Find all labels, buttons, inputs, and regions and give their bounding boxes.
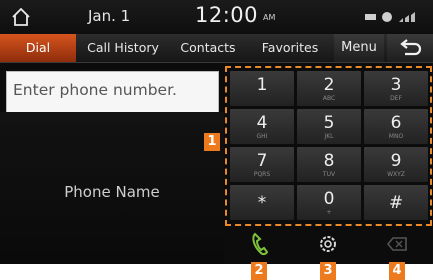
key-letters: MNO [388, 133, 404, 140]
signal-icon [399, 12, 415, 22]
tab-dial[interactable]: Dial [0, 34, 76, 62]
callout-2: 2 [251, 262, 267, 280]
key-7[interactable]: 7 PQRS [230, 147, 294, 182]
key-digit: # [388, 193, 404, 213]
menu-button[interactable]: Menu [334, 34, 384, 62]
dial-keypad: 1 2 ABC 3 DEF 4 GHI 5 JKL 6 MNO 7 PQRS 8 TUV 9W… [225, 66, 432, 226]
key-digit: * [257, 193, 267, 213]
key-digit: 7 [256, 151, 268, 171]
phone-number-field[interactable]: Enter phone number. [6, 71, 219, 113]
clock-ampm: AM [263, 13, 276, 22]
phone-name: Phone Name [64, 183, 160, 201]
key-letters: JKL [324, 133, 334, 140]
key-hash[interactable]: # [364, 185, 428, 220]
key-letters: PQRS [253, 171, 271, 178]
key-digit: 9 [390, 151, 402, 171]
key-digit: 0 [323, 189, 335, 209]
key-1[interactable]: 1 [230, 71, 294, 106]
key-letters: WXYZ [387, 171, 405, 178]
key-digit: 8 [323, 151, 335, 171]
key-2[interactable]: 2 ABC [297, 71, 361, 106]
key-digit: 3 [390, 75, 402, 95]
key-digit: 5 [323, 113, 335, 133]
head-unit-screen: Jan. 1 12:00 AM Dial Call History Contac… [0, 0, 433, 264]
delete-button[interactable] [364, 226, 428, 262]
tab-contacts[interactable]: Contacts [168, 34, 248, 62]
callout-1: 1 [204, 133, 220, 151]
key-3[interactable]: 3 DEF [364, 71, 428, 106]
key-star[interactable]: * [230, 185, 294, 220]
date-display: Jan. 1 [88, 7, 131, 25]
status-icons [365, 12, 415, 22]
key-9[interactable]: 9 WXYZ [364, 147, 428, 182]
key-5[interactable]: 5 JKL [297, 109, 361, 144]
callout-4: 4 [389, 262, 405, 280]
battery-icon [365, 14, 376, 20]
key-0[interactable]: 0 + [297, 185, 361, 220]
key-digit: 1 [256, 75, 268, 95]
key-digit: 4 [256, 113, 268, 133]
key-letters: ABC [322, 95, 336, 102]
callout-3: 3 [320, 262, 336, 280]
key-8[interactable]: 8 TUV [297, 147, 361, 182]
back-button[interactable] [387, 34, 433, 62]
settings-button[interactable] [296, 226, 360, 262]
key-letters: TUV [322, 171, 336, 178]
key-digit: 2 [323, 75, 335, 95]
status-bar: Jan. 1 12:00 AM [0, 0, 433, 34]
key-4[interactable]: 4 GHI [230, 109, 294, 144]
gear-icon [320, 236, 336, 252]
bluetooth-icon [382, 12, 392, 22]
back-arrow-icon [400, 39, 422, 56]
key-6[interactable]: 6 MNO [364, 109, 428, 144]
tab-call-history[interactable]: Call History [78, 34, 168, 62]
key-letters: + [326, 209, 332, 216]
backspace-icon [386, 237, 407, 251]
home-icon[interactable] [10, 6, 32, 28]
key-digit: 6 [390, 113, 402, 133]
tab-favorites[interactable]: Favorites [248, 34, 332, 62]
call-button[interactable] [228, 226, 292, 262]
clock: 12:00 [195, 3, 259, 27]
key-letters: DEF [390, 95, 402, 102]
phone-icon [252, 232, 269, 256]
key-letters: GHI [256, 133, 268, 140]
phone-number-placeholder: Enter phone number. [13, 81, 177, 99]
